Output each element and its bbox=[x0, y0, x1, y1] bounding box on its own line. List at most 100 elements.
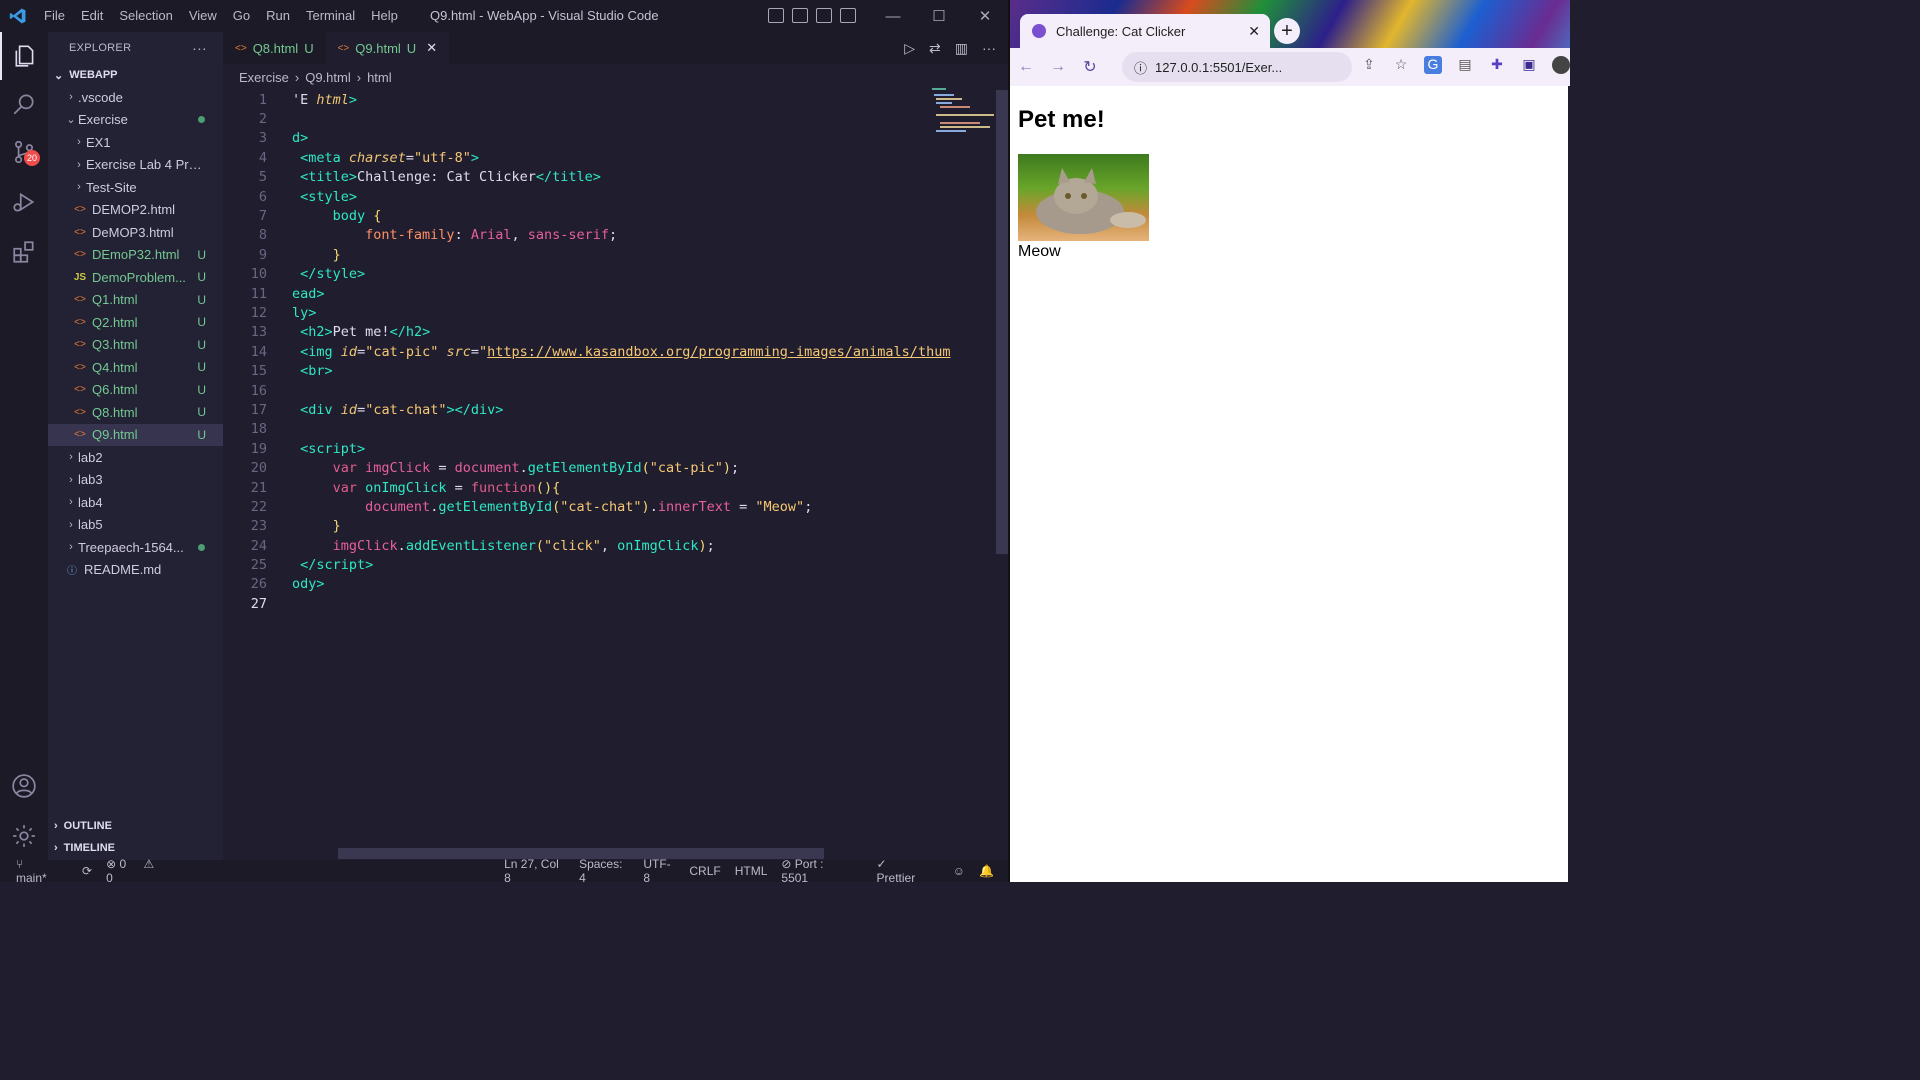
code-line[interactable]: 6 <style> bbox=[223, 187, 923, 206]
explorer-icon[interactable] bbox=[0, 32, 48, 80]
notifications-bell-icon[interactable]: 🔔 bbox=[979, 864, 994, 878]
code-line[interactable]: 23 } bbox=[223, 517, 923, 536]
code-line[interactable]: 11 ead> bbox=[223, 284, 923, 303]
share-icon[interactable]: ⇪ bbox=[1360, 56, 1378, 74]
code-line[interactable]: 7 body { bbox=[223, 206, 923, 225]
account-icon[interactable] bbox=[0, 762, 48, 810]
file-item[interactable]: <> Q6.html U bbox=[48, 379, 223, 402]
browser-tab[interactable]: Challenge: Cat Clicker ✕ bbox=[1020, 14, 1270, 48]
run-debug-icon[interactable] bbox=[0, 178, 48, 226]
file-item[interactable]: <> Q3.html U bbox=[48, 334, 223, 357]
more-actions-icon[interactable]: ··· bbox=[192, 40, 207, 56]
menu-item-run[interactable]: Run bbox=[258, 0, 298, 32]
maximize-button[interactable]: ☐ bbox=[916, 0, 962, 32]
toggle-primary-sidebar-icon[interactable] bbox=[768, 8, 784, 23]
site-info-icon[interactable]: ⓘ bbox=[1134, 58, 1147, 77]
code-line[interactable]: 16 bbox=[223, 381, 923, 400]
outline-section[interactable]: › OUTLINE bbox=[48, 815, 223, 837]
line-ending[interactable]: CRLF bbox=[689, 864, 720, 878]
breadcrumb-item[interactable]: Q9.html bbox=[305, 70, 351, 85]
minimize-button[interactable]: — bbox=[870, 0, 916, 32]
code-line[interactable]: 18 bbox=[223, 420, 923, 439]
file-item[interactable]: <> Q8.html U bbox=[48, 401, 223, 424]
menu-item-terminal[interactable]: Terminal bbox=[298, 0, 363, 32]
folder-item[interactable]: › lab4 bbox=[48, 491, 223, 514]
more-icon[interactable]: ··· bbox=[982, 40, 996, 57]
code-line[interactable]: 5 <title>Challenge: Cat Clicker</title> bbox=[223, 168, 923, 187]
cursor-position[interactable]: Ln 27, Col 8 bbox=[504, 857, 565, 885]
file-item[interactable]: <> Q9.html U bbox=[48, 423, 223, 446]
editor-tab[interactable]: <> Q9.html U ✕ bbox=[325, 32, 450, 64]
sync-icon[interactable]: ⟳ bbox=[82, 864, 92, 878]
problems-status[interactable]: ⊗ 0 ⚠ 0 bbox=[106, 857, 174, 885]
menu-item-edit[interactable]: Edit bbox=[73, 0, 111, 32]
menu-item-selection[interactable]: Selection bbox=[111, 0, 180, 32]
code-line[interactable]: 12 ly> bbox=[223, 303, 923, 322]
side-panel-icon[interactable]: ▣ bbox=[1520, 56, 1538, 74]
folder-item[interactable]: ⌄ Exercise bbox=[48, 109, 223, 132]
code-line[interactable]: 17 <div id="cat-chat"></div> bbox=[223, 400, 923, 419]
cat-picture[interactable] bbox=[1018, 154, 1149, 241]
translate-icon[interactable]: G bbox=[1424, 56, 1442, 74]
file-item[interactable]: ⓘ README.md bbox=[48, 559, 223, 582]
back-arrow-icon[interactable]: ← bbox=[1010, 58, 1042, 76]
file-item[interactable]: <> DEmoP32.html U bbox=[48, 244, 223, 267]
profile-avatar[interactable] bbox=[1552, 56, 1570, 74]
code-line[interactable]: 10 </style> bbox=[223, 265, 923, 284]
language-mode[interactable]: HTML bbox=[735, 864, 768, 878]
code-line[interactable]: 3 d> bbox=[223, 129, 923, 148]
run-icon[interactable]: ▷ bbox=[904, 40, 915, 57]
folder-item[interactable]: › .vscode bbox=[48, 86, 223, 109]
encoding[interactable]: UTF-8 bbox=[643, 857, 675, 885]
toggle-panel-icon[interactable] bbox=[792, 8, 808, 23]
code-line[interactable]: 26 ody> bbox=[223, 575, 923, 594]
breadcrumb-item[interactable]: html bbox=[367, 70, 392, 85]
code-editor[interactable]: 1 'E html> 2 3 d> 4 <meta charset="utf-8"> 5 <… bbox=[223, 90, 951, 614]
code-line[interactable]: 13 <h2>Pet me!</h2> bbox=[223, 323, 923, 342]
menu-item-help[interactable]: Help bbox=[363, 0, 406, 32]
settings-gear-icon[interactable] bbox=[0, 812, 48, 860]
folder-item[interactable]: › lab3 bbox=[48, 469, 223, 492]
reader-icon[interactable]: ▤ bbox=[1456, 56, 1474, 74]
editor-tab[interactable]: <> Q8.html U bbox=[223, 32, 326, 64]
file-item[interactable]: <> DEMOP2.html bbox=[48, 199, 223, 222]
toggle-secondary-sidebar-icon[interactable] bbox=[816, 8, 832, 23]
indentation[interactable]: Spaces: 4 bbox=[579, 857, 629, 885]
prettier-status[interactable]: ✓ Prettier bbox=[877, 857, 939, 885]
bookmark-star-icon[interactable]: ☆ bbox=[1392, 56, 1410, 74]
code-line[interactable]: 1 'E html> bbox=[223, 90, 923, 109]
code-line[interactable]: 8 font-family: Arial, sans-serif; bbox=[223, 226, 923, 245]
folder-item[interactable]: › Exercise Lab 4 Probl... bbox=[48, 154, 223, 177]
code-line[interactable]: 9 } bbox=[223, 245, 923, 264]
extensions-puzzle-icon[interactable]: ✚ bbox=[1488, 56, 1506, 74]
close-window-button[interactable]: ✕ bbox=[962, 0, 1008, 32]
folder-item[interactable]: › Test-Site bbox=[48, 176, 223, 199]
search-icon[interactable] bbox=[0, 80, 48, 128]
code-line[interactable]: 19 <script> bbox=[223, 439, 923, 458]
compare-icon[interactable]: ⇄ bbox=[929, 40, 941, 57]
folder-item[interactable]: › EX1 bbox=[48, 131, 223, 154]
file-item[interactable]: <> Q2.html U bbox=[48, 311, 223, 334]
code-line[interactable]: 27 bbox=[223, 594, 923, 613]
tab-close-icon[interactable]: ✕ bbox=[426, 40, 437, 56]
forward-arrow-icon[interactable]: → bbox=[1042, 58, 1074, 76]
feedback-icon[interactable]: ☺ bbox=[953, 864, 965, 878]
split-editor-icon[interactable]: ▥ bbox=[955, 40, 968, 57]
timeline-section[interactable]: › TIMELINE bbox=[48, 837, 223, 859]
folder-item[interactable]: › lab2 bbox=[48, 446, 223, 469]
folder-item[interactable]: › Treepaech-1564... bbox=[48, 536, 223, 559]
workspace-root[interactable]: ⌄ WEBAPP bbox=[48, 64, 223, 86]
new-tab-button[interactable]: + bbox=[1274, 18, 1300, 44]
file-item[interactable]: JS DemoProblem... U bbox=[48, 266, 223, 289]
code-line[interactable]: 22 document.getElementById("cat-chat").i… bbox=[223, 497, 923, 516]
reload-icon[interactable]: ↻ bbox=[1074, 57, 1106, 77]
extensions-icon[interactable] bbox=[0, 228, 48, 276]
tab-close-icon[interactable]: ✕ bbox=[1248, 23, 1260, 40]
file-item[interactable]: <> Q1.html U bbox=[48, 289, 223, 312]
folder-item[interactable]: › lab5 bbox=[48, 514, 223, 537]
code-line[interactable]: 20 var imgClick = document.getElementByI… bbox=[223, 458, 923, 477]
customize-layout-icon[interactable] bbox=[840, 8, 856, 23]
file-item[interactable]: <> DeMOP3.html bbox=[48, 221, 223, 244]
code-line[interactable]: 4 <meta charset="utf-8"> bbox=[223, 148, 923, 167]
breadcrumb-item[interactable]: Exercise bbox=[239, 70, 289, 85]
